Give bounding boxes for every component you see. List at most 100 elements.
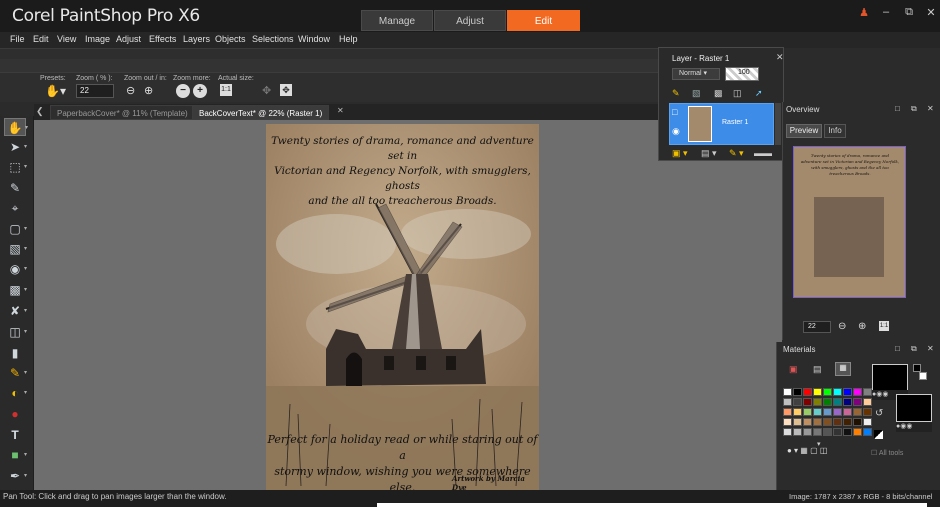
materials-close-icon[interactable]: ✕: [927, 344, 934, 353]
menu-effects[interactable]: Effects: [149, 34, 176, 44]
color-swatch[interactable]: [833, 408, 842, 416]
materials-frame-tab-icon[interactable]: ▣: [789, 364, 798, 375]
color-swatch[interactable]: [793, 388, 802, 396]
overview-zoom-out-icon[interactable]: ⊖: [838, 321, 846, 332]
menu-window[interactable]: Window: [298, 34, 330, 44]
move-icon[interactable]: ✥: [262, 84, 271, 97]
tab-manage[interactable]: Manage: [361, 10, 433, 31]
overview-tab-info[interactable]: Info: [824, 124, 846, 138]
background-color-box[interactable]: [896, 394, 932, 422]
color-swatch[interactable]: [813, 388, 822, 396]
fit-icon[interactable]: ✥: [280, 84, 292, 96]
overview-restore-icon[interactable]: ⧉: [911, 104, 917, 114]
color-swatch[interactable]: [843, 388, 852, 396]
overview-tab-preview[interactable]: Preview: [786, 124, 822, 138]
color-swatch[interactable]: [853, 408, 862, 416]
overview-zoom-in-icon[interactable]: ⊕: [858, 321, 866, 332]
color-swatch[interactable]: [853, 398, 862, 406]
pick-tool-icon[interactable]: ➤ ▾: [4, 138, 27, 156]
small-fg-swatch[interactable]: [913, 364, 921, 372]
pen-tool-icon[interactable]: ✒ ▾: [4, 467, 27, 485]
color-swatch[interactable]: [823, 408, 832, 416]
color-swatch[interactable]: [803, 418, 812, 426]
zoom-out-icon[interactable]: ⊖: [126, 84, 135, 97]
color-swatch[interactable]: [803, 408, 812, 416]
layer-properties-icon[interactable]: ▤ ▾: [701, 148, 717, 159]
layer-brush-icon[interactable]: ✎: [672, 88, 680, 99]
overview-actual-size-icon[interactable]: 1:1: [879, 321, 889, 331]
color-swatch[interactable]: [863, 418, 872, 426]
menu-objects[interactable]: Objects: [215, 34, 246, 44]
zoom-more-out-icon[interactable]: −: [176, 84, 190, 98]
overview-preview-image[interactable]: Twenty stories of drama, romance and adv…: [793, 146, 906, 298]
swap-colors-icon[interactable]: ↺: [875, 408, 883, 419]
doc-tab-close-icon[interactable]: ✕: [337, 106, 344, 115]
crop-tool-icon[interactable]: ⌖: [4, 199, 26, 217]
layers-scrollbar[interactable]: [775, 103, 781, 145]
close-button[interactable]: ✕: [922, 6, 940, 22]
color-swatch[interactable]: [833, 398, 842, 406]
pan-hand-icon[interactable]: ✋▾: [45, 84, 66, 98]
color-swatch[interactable]: [783, 428, 792, 436]
color-swatch[interactable]: [783, 388, 792, 396]
materials-restore-icon[interactable]: ⧉: [911, 344, 917, 354]
clone-tool-icon[interactable]: ▩ ▾: [4, 281, 27, 299]
overview-zoom-input[interactable]: 22: [803, 321, 831, 333]
color-swatch[interactable]: [823, 388, 832, 396]
color-swatch[interactable]: [813, 408, 822, 416]
materials-gradient-tab-icon[interactable]: ▤: [813, 364, 822, 375]
opacity-field[interactable]: 100: [725, 67, 759, 81]
materials-maximize-icon[interactable]: □: [895, 344, 900, 353]
color-swatch[interactable]: [803, 388, 812, 396]
color-swatch[interactable]: [793, 418, 802, 426]
color-swatch[interactable]: [813, 398, 822, 406]
color-swatch[interactable]: [843, 408, 852, 416]
tabs-scroll-left-icon[interactable]: ❮: [36, 106, 44, 117]
color-swatch[interactable]: [843, 398, 852, 406]
color-swatch[interactable]: [803, 428, 812, 436]
scratch-remover-icon[interactable]: ✘ ▾: [4, 302, 27, 320]
flood-fill-icon[interactable]: ●: [4, 405, 26, 423]
new-layer-icon[interactable]: ▣ ▾: [672, 148, 688, 159]
actual-size-icon[interactable]: 1:1: [220, 84, 232, 96]
restore-button[interactable]: ⧉: [900, 6, 918, 22]
color-swatch[interactable]: [813, 428, 822, 436]
color-swatch[interactable]: [863, 388, 872, 396]
color-swatch[interactable]: [823, 398, 832, 406]
zoom-percent-input[interactable]: 22: [76, 84, 114, 98]
layer-mask-icon[interactable]: ▧: [692, 88, 701, 99]
doc-tab-paperback-cover[interactable]: PaperbackCover* @ 11% (Template): [50, 105, 195, 120]
color-swatch[interactable]: [863, 428, 872, 436]
color-swatch[interactable]: [823, 428, 832, 436]
brush-tool-icon[interactable]: ✎ ▾: [4, 364, 27, 382]
menu-selections[interactable]: Selections: [252, 34, 294, 44]
overview-maximize-icon[interactable]: □: [895, 104, 900, 113]
color-swatch[interactable]: [833, 428, 842, 436]
zoom-more-in-icon[interactable]: +: [193, 84, 207, 98]
blend-mode-select[interactable]: Normal ▾: [672, 68, 720, 80]
menu-view[interactable]: View: [57, 34, 76, 44]
color-swatch[interactable]: [843, 428, 852, 436]
eraser-tool-icon[interactable]: ◐ ▾: [4, 384, 27, 402]
shape-tool-icon[interactable]: ■ ▾: [4, 446, 27, 464]
layer-adjust-icon[interactable]: ◫: [733, 88, 742, 99]
color-swatch[interactable]: [853, 388, 862, 396]
color-swatch[interactable]: [833, 418, 842, 426]
layers-close-icon[interactable]: ✕: [776, 52, 784, 63]
layer-style-icon[interactable]: ✎ ▾: [729, 148, 744, 159]
color-swatch[interactable]: [803, 398, 812, 406]
color-swatch[interactable]: [853, 418, 862, 426]
dropper-tool-icon[interactable]: ✎: [4, 179, 26, 197]
color-swatch[interactable]: [783, 398, 792, 406]
menu-adjust[interactable]: Adjust: [116, 34, 141, 44]
color-swatch[interactable]: [783, 418, 792, 426]
smart-carver-icon[interactable]: ▮: [4, 344, 26, 362]
delete-layer-icon[interactable]: ▬▬: [754, 148, 772, 158]
tab-adjust[interactable]: Adjust: [434, 10, 506, 31]
selection-tool-icon[interactable]: ⬚ ▾: [4, 158, 27, 176]
user-icon[interactable]: ♟: [855, 6, 873, 22]
straighten-tool-icon[interactable]: ▢ ▾: [4, 220, 27, 238]
color-swatch[interactable]: [843, 418, 852, 426]
color-swatch[interactable]: [853, 428, 862, 436]
materials-bottom-icons[interactable]: ● ▾ ▦ ▢ ◫: [787, 446, 827, 455]
